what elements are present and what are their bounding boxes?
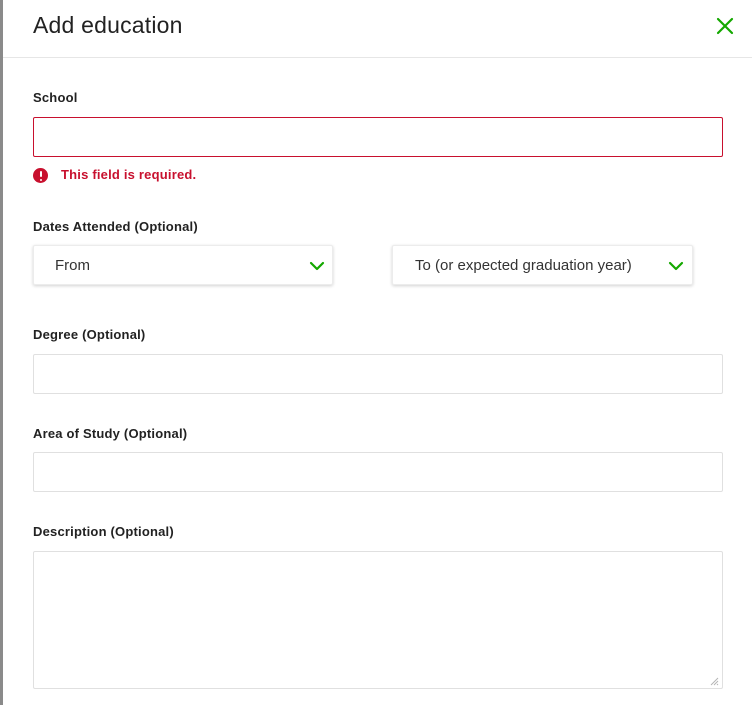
resize-grip-icon[interactable] [709,676,719,686]
chevron-down-icon [668,261,684,271]
degree-input[interactable] [33,354,723,394]
area-of-study-input[interactable] [33,452,723,492]
to-year-selected-value: To (or expected graduation year) [415,257,632,274]
dates-attended-label: Dates Attended (Optional) [33,219,198,234]
error-alert-icon [33,168,48,183]
description-label: Description (Optional) [33,524,174,539]
school-label: School [33,90,78,105]
from-year-selected-value: From [55,257,90,274]
school-error-text: This field is required. [61,167,197,182]
chevron-down-icon [309,261,325,271]
from-year-select[interactable]: From [33,245,333,285]
school-input[interactable] [33,117,723,157]
to-year-select[interactable]: To (or expected graduation year) [392,245,693,285]
degree-label: Degree (Optional) [33,327,146,342]
close-button[interactable] [714,15,736,37]
close-icon [716,17,734,35]
area-of-study-label: Area of Study (Optional) [33,426,188,441]
dialog-header: Add education [3,0,752,58]
description-textarea[interactable] [33,551,723,689]
add-education-dialog: Add education School This field is requi… [3,0,752,705]
dialog-title: Add education [33,12,183,38]
